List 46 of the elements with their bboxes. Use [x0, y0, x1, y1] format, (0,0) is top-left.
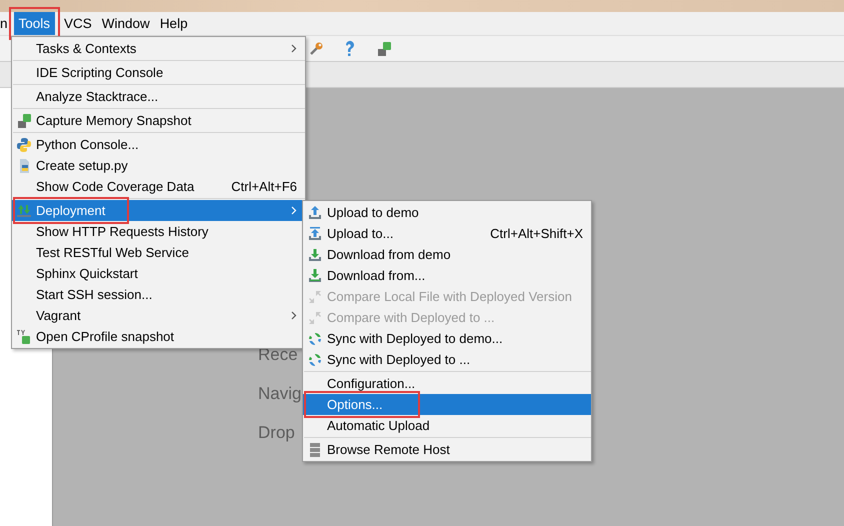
menu-item[interactable]: Help	[154, 12, 193, 35]
menu-item[interactable]: Browse Remote Host	[303, 439, 591, 460]
menu-item[interactable]: Test RESTful Web Service	[12, 242, 305, 263]
menu-item[interactable]: Sphinx Quickstart	[12, 263, 305, 284]
menu-item[interactable]: Start SSH session...	[12, 284, 305, 305]
welcome-text: Rece	[258, 344, 298, 366]
python-icon	[16, 136, 32, 152]
compare-icon	[307, 288, 323, 304]
server-icon	[307, 442, 323, 458]
menu-item[interactable]: Show Code Coverage Data Ctrl+Alt+F6	[12, 176, 305, 197]
memory-icon	[16, 112, 32, 128]
sync-icon	[307, 352, 323, 368]
deployment-icon	[16, 202, 32, 218]
menu-item[interactable]: Show HTTP Requests History	[12, 221, 305, 242]
menu-item[interactable]: Python Console...	[12, 134, 305, 155]
help-icon[interactable]	[344, 40, 356, 57]
menu-item[interactable]: Capture Memory Snapshot	[12, 110, 305, 131]
welcome-text: Drop	[258, 422, 295, 444]
menu-item[interactable]: Create setup.py	[12, 155, 305, 176]
menu-item[interactable]: Deployment	[12, 200, 305, 221]
menu-item[interactable]: Download from...	[303, 265, 591, 286]
menu-item[interactable]: Automatic Upload	[303, 415, 591, 436]
menu-item[interactable]: Upload to... Ctrl+Alt+Shift+X	[303, 223, 591, 244]
menu-item[interactable]: Sync with Deployed to ...	[303, 349, 591, 370]
welcome-text: Navig	[258, 383, 302, 405]
menu-item[interactable]: VCS	[59, 12, 97, 35]
download-icon	[307, 246, 323, 262]
profiler-icon	[16, 328, 32, 344]
upload-icon	[307, 204, 323, 220]
menu-item[interactable]: Open CProfile snapshot	[12, 326, 305, 347]
sync-icon	[307, 330, 323, 346]
menu-item[interactable]: Window	[96, 12, 155, 35]
memory-icon[interactable]	[376, 40, 392, 56]
menu-item[interactable]: Sync with Deployed to demo...	[303, 328, 591, 349]
menu-item[interactable]: n	[0, 12, 8, 35]
menu-item[interactable]: Analyze Stacktrace...	[12, 86, 305, 107]
menu-item[interactable]: Vagrant	[12, 305, 305, 326]
menu-item[interactable]: Tools	[14, 12, 56, 35]
menu-item[interactable]: Options...	[303, 394, 591, 415]
menu-item[interactable]: Download from demo	[303, 244, 591, 265]
download-icon	[307, 268, 323, 284]
compare-icon	[307, 310, 323, 326]
wrench-icon[interactable]	[308, 40, 324, 56]
menu-item[interactable]: Configuration...	[303, 373, 591, 394]
upload-icon	[307, 226, 323, 242]
menu-item[interactable]: Upload to demo	[303, 202, 591, 223]
